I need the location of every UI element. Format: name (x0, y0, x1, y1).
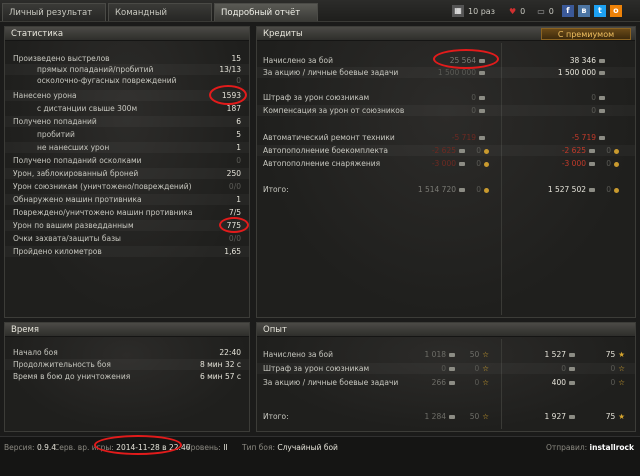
footer-version: Версия: 0.9.4 (4, 443, 57, 452)
highlight-ring (209, 85, 247, 105)
views-icon: ▦ (452, 5, 464, 17)
time-title: Время (5, 323, 249, 337)
tab-team-result[interactable]: Командный результат (108, 3, 212, 36)
likes-count: 0 (520, 6, 526, 16)
stats-row: Произведено выстрелов 15 (13, 54, 241, 63)
share-bar: ▦ 10 раз ♥ 0 ▭ 0 f в t o (452, 4, 622, 18)
footer-sender: Отправил: installrock (546, 443, 634, 452)
heart-icon[interactable]: ♥ (509, 7, 516, 16)
footer: Версия: 0.9.4 Серв. вр. игры: 2014-11-28… (0, 435, 640, 476)
stats-row: Урон союзникам (уничтожено/повреждений) 0… (13, 182, 241, 191)
stats-row: Урон, заблокированный броней 250 (5, 168, 249, 179)
experience-title: Опыт (257, 323, 635, 337)
exp-row: Штраф за урон союзникам 0 0 ☆ 0 0 ☆ (257, 363, 635, 374)
credits-title: Кредиты С премиумом (257, 27, 635, 41)
time-row: Время в бою до уничтожения 6 мин 57 с (13, 372, 241, 381)
credits-row: Компенсация за урон от союзников 0 0 (257, 105, 635, 116)
stats-row: прямых попаданий/пробитий 13/13 (5, 64, 249, 75)
stats-row: Урон по вашим разведданным 775 (5, 220, 249, 231)
credits-total-row: Итого: 1 514 720 0 1 527 502 0 (257, 184, 635, 195)
stats-row: Обнаружено машин противника 1 (5, 194, 249, 205)
stats-row: Получено попаданий осколками 0 (13, 156, 241, 165)
odnoklassniki-icon[interactable]: o (609, 5, 622, 17)
highlight-ring (219, 217, 249, 233)
exp-row: Начислено за бой 1 018 50 ☆ 1 527 75 ★ (263, 350, 625, 359)
stats-row: с дистанции свыше 300м 187 (37, 104, 241, 113)
credits-row: Автопополнение боекомплекта -2 625 0 -2 … (257, 145, 635, 156)
exp-row: За акцию / личные боевые задачи 266 0 ☆ 4… (263, 378, 625, 387)
stats-row: Пройдено километров 1,65 (5, 246, 249, 257)
stats-row: Получено попаданий 6 (5, 116, 249, 127)
credits-row: Автопополнение снаряжения -3 000 0 -3 00… (257, 158, 635, 169)
footer-battle-type: Тип боя: Случайный бой (242, 443, 338, 452)
vkontakte-icon[interactable]: в (577, 5, 590, 17)
credits-row: Штраф за урон союзникам 0 0 (257, 92, 635, 103)
comments-count: 0 (548, 6, 554, 16)
stats-panel: Статистика Произведено выстрелов 15 прямы… (4, 26, 250, 318)
stats-row: осколочно-фугасных повреждений 0 (37, 76, 241, 85)
exp-total-row: Итого: 1 284 50 ☆ 1 927 75 ★ (263, 412, 625, 421)
stats-row: пробитий 5 (37, 130, 241, 139)
facebook-icon[interactable]: f (561, 5, 574, 17)
column-divider (501, 43, 502, 315)
time-row: Начало боя 22:40 (13, 348, 241, 357)
stats-title: Статистика (5, 27, 249, 41)
twitter-icon[interactable]: t (593, 5, 606, 17)
premium-column-header: С премиумом (541, 28, 631, 40)
experience-panel: Опыт Начислено за бой 1 018 50 ☆ 1 527 75… (256, 322, 636, 432)
credits-row: За акцию / личные боевые задачи 1 500 00… (257, 67, 635, 78)
tab-personal-result[interactable]: Личный результат (2, 3, 106, 21)
stats-row: Очки захвата/защиты базы 0/0 (13, 234, 241, 243)
top-bar: Личный результат Командный результат Под… (0, 0, 640, 36)
comment-icon[interactable]: ▭ (537, 7, 545, 16)
time-row: Продолжительность боя 8 мин 32 с (5, 359, 249, 370)
highlight-ring (433, 49, 499, 69)
footer-level: Уровень: II (186, 443, 228, 452)
tab-detailed-report[interactable]: Подробный отчёт (214, 3, 318, 21)
highlight-ring (94, 435, 182, 455)
stats-row: Повреждено/уничтожено машин противника 7/… (13, 208, 241, 217)
stats-row: не нанесших урон 1 (5, 142, 249, 153)
views-count: 10 раз (468, 6, 495, 16)
time-panel: Время Начало боя 22:40 Продолжительность … (4, 322, 250, 432)
credits-row: Автоматический ремонт техники -5 719 -5 … (257, 132, 635, 143)
credits-panel: Кредиты С премиумом Начислено за бой 25 … (256, 26, 636, 318)
